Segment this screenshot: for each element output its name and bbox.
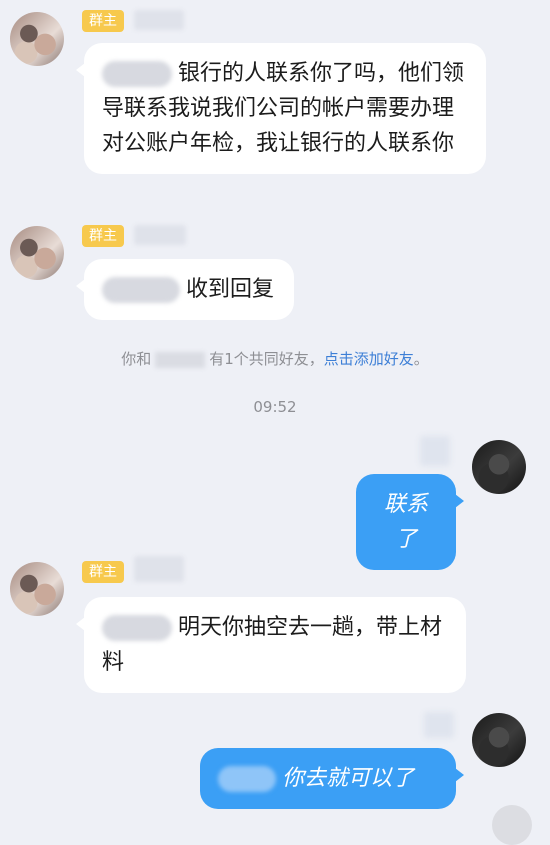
blurred-text — [102, 61, 172, 87]
avatar[interactable] — [10, 226, 64, 280]
common-friend-notice: 你和 有1个共同好友，点击添加好友。 — [0, 348, 550, 369]
notice-prefix: 你和 — [121, 350, 152, 368]
my-avatar[interactable] — [472, 713, 526, 767]
notice-middle: 有1个共同好友， — [209, 350, 324, 368]
notice-suffix: 。 — [413, 350, 429, 368]
message-bubble[interactable]: 明天你抽空去一趟，带上材料 — [76, 597, 466, 693]
avatar[interactable] — [10, 562, 64, 616]
message-bubble[interactable]: 收到回复 — [76, 259, 294, 320]
add-friend-link[interactable]: 点击添加好友 — [324, 350, 414, 368]
floating-button[interactable] — [492, 805, 532, 845]
message-bubble[interactable]: 银行的人联系你了吗，他们领导联系我说我们公司的帐户需要办理对公账户年检，我让银行… — [76, 43, 486, 174]
group-owner-badge: 群主 — [82, 225, 124, 247]
blurred-text — [102, 277, 180, 303]
message-text: 联系了 — [383, 492, 428, 552]
blurred-name — [155, 351, 206, 368]
my-avatar[interactable] — [472, 440, 526, 494]
message-text: 收到回复 — [186, 277, 275, 302]
sender-name-blurred — [134, 10, 184, 30]
group-owner-badge: 群主 — [82, 561, 124, 583]
blurred-text — [218, 766, 276, 792]
sender-name-blurred — [134, 225, 186, 245]
message-text: 你去就可以了 — [282, 766, 415, 791]
avatar[interactable] — [10, 12, 64, 66]
blurred-decoration — [420, 436, 450, 466]
message-bubble-sent[interactable]: 联系了 — [356, 474, 464, 570]
blurred-decoration — [424, 712, 454, 738]
timestamp: 09:52 — [253, 398, 297, 416]
message-bubble-sent[interactable]: 你去就可以了 — [200, 748, 464, 809]
group-owner-badge: 群主 — [82, 10, 124, 32]
blurred-text — [102, 615, 172, 641]
sender-name-blurred — [134, 556, 184, 582]
